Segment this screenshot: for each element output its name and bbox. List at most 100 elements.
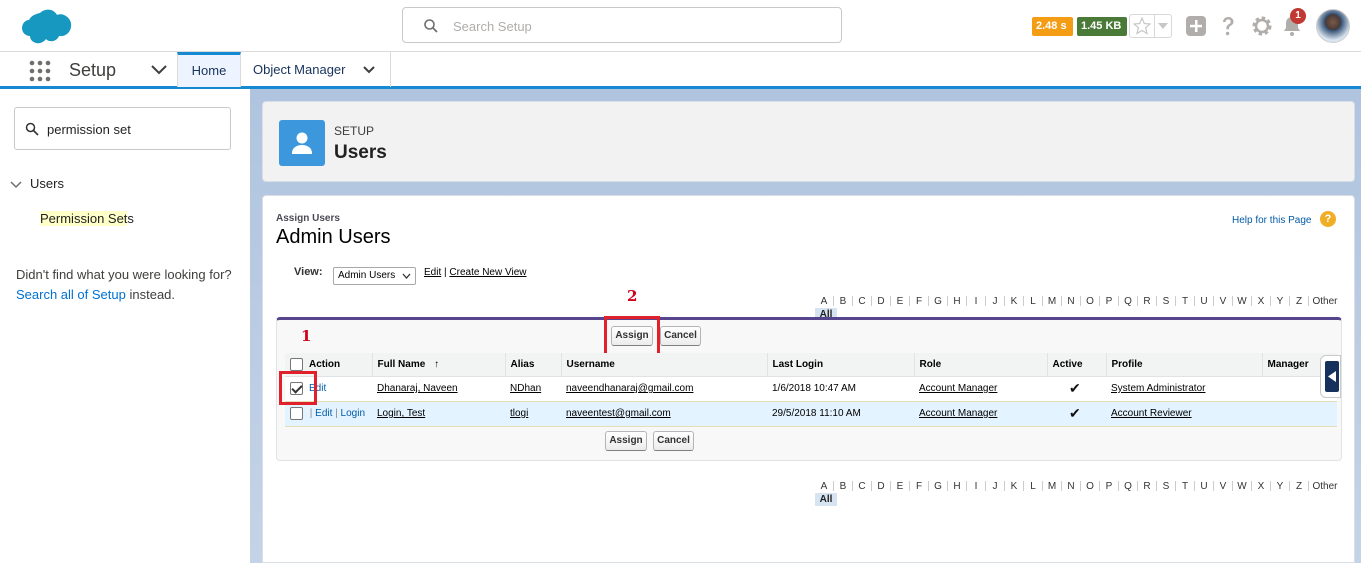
alpha-bottom-letter-d[interactable]: D	[872, 480, 890, 493]
column-last-login[interactable]: Last Login	[766, 353, 914, 377]
alpha-bottom-letter-l[interactable]: L	[1024, 480, 1042, 493]
create-new-view-link[interactable]: Create New View	[449, 267, 526, 278]
profile-link[interactable]: System Administrator	[1111, 383, 1205, 394]
alpha-bottom-letter-c[interactable]: C	[853, 480, 871, 493]
column-profile[interactable]: Profile	[1105, 353, 1262, 377]
quick-find-input[interactable]	[47, 119, 222, 139]
alpha-top-letter-g[interactable]: G	[929, 295, 947, 308]
alpha-top-letter-l[interactable]: L	[1024, 295, 1042, 308]
column-active[interactable]: Active	[1046, 353, 1106, 377]
row-checkbox[interactable]	[290, 407, 303, 420]
chevron-down-icon[interactable]	[362, 64, 376, 76]
full-name-link[interactable]: Dhanaraj, Naveen	[377, 383, 458, 394]
alpha-top-letter-w[interactable]: W	[1233, 295, 1251, 308]
column-role[interactable]: Role	[913, 353, 1047, 377]
alpha-bottom-letter-i[interactable]: I	[967, 480, 985, 493]
alpha-bottom-letter-o[interactable]: O	[1081, 480, 1099, 493]
alpha-bottom-letter-h[interactable]: H	[948, 480, 966, 493]
alpha-top-letter-s[interactable]: S	[1157, 295, 1175, 308]
chevron-down-icon[interactable]	[10, 180, 22, 190]
alpha-top-other[interactable]: Other	[1309, 295, 1341, 308]
cancel-button-bottom[interactable]: Cancel	[653, 431, 694, 451]
alpha-bottom-letter-v[interactable]: V	[1214, 480, 1232, 493]
column-alias[interactable]: Alias	[504, 353, 561, 377]
alpha-top-letter-m[interactable]: M	[1043, 295, 1061, 308]
alpha-top-letter-e[interactable]: E	[891, 295, 909, 308]
help-icon[interactable]	[1216, 14, 1240, 38]
alpha-bottom-letter-e[interactable]: E	[891, 480, 909, 493]
column-username[interactable]: Username	[560, 353, 767, 377]
avatar[interactable]	[1316, 9, 1350, 43]
alpha-bottom-letter-a[interactable]: A	[815, 480, 833, 493]
role-link[interactable]: Account Manager	[919, 383, 997, 394]
alpha-top-letter-t[interactable]: T	[1176, 295, 1194, 308]
role-link[interactable]: Account Manager	[919, 408, 997, 419]
app-launcher-icon[interactable]	[28, 59, 52, 83]
alpha-bottom-letter-s[interactable]: S	[1157, 480, 1175, 493]
alpha-bottom-letter-z[interactable]: Z	[1290, 480, 1308, 493]
alpha-top-letter-a[interactable]: A	[815, 295, 833, 308]
alpha-bottom-letter-n[interactable]: N	[1062, 480, 1080, 493]
favorites-button[interactable]	[1129, 14, 1172, 38]
search-all-setup-link[interactable]: Search all of Setup	[16, 287, 126, 302]
alpha-bottom-letter-x[interactable]: X	[1252, 480, 1270, 493]
alpha-bottom-letter-j[interactable]: J	[986, 480, 1004, 493]
view-select[interactable]: Admin Users	[333, 267, 416, 285]
alpha-bottom-letter-u[interactable]: U	[1195, 480, 1213, 493]
alpha-top-letter-h[interactable]: H	[948, 295, 966, 308]
help-icon[interactable]: ?	[1320, 211, 1336, 227]
alpha-bottom-letter-m[interactable]: M	[1043, 480, 1061, 493]
alpha-bottom-letter-g[interactable]: G	[929, 480, 947, 493]
alpha-top-letter-z[interactable]: Z	[1290, 295, 1308, 308]
alpha-top-letter-v[interactable]: V	[1214, 295, 1232, 308]
alpha-bottom-letter-b[interactable]: B	[834, 480, 852, 493]
alpha-top-letter-p[interactable]: P	[1100, 295, 1118, 308]
alpha-bottom-letter-k[interactable]: K	[1005, 480, 1023, 493]
alpha-bottom-all[interactable]: All	[815, 493, 837, 506]
alpha-top-letter-n[interactable]: N	[1062, 295, 1080, 308]
alpha-top-letter-u[interactable]: U	[1195, 295, 1213, 308]
search-input[interactable]	[453, 16, 823, 36]
alpha-top-letter-y[interactable]: Y	[1271, 295, 1289, 308]
quick-find[interactable]	[14, 107, 231, 150]
tree-node-permission-sets[interactable]: Permission Sets	[40, 211, 134, 226]
username-link[interactable]: naveendhanaraj@gmail.com	[566, 383, 693, 394]
side-panel-toggle[interactable]	[1320, 355, 1341, 398]
column-full-name[interactable]: Full Name ↑	[371, 353, 505, 377]
edit-view-link[interactable]: Edit	[424, 267, 441, 278]
add-icon[interactable]	[1184, 14, 1208, 38]
alpha-top-letter-c[interactable]: C	[853, 295, 871, 308]
alpha-top-letter-d[interactable]: D	[872, 295, 890, 308]
alpha-top-letter-i[interactable]: I	[967, 295, 985, 308]
full-name-link[interactable]: Login, Test	[377, 408, 425, 419]
alias-link[interactable]: NDhan	[510, 383, 541, 394]
alpha-bottom-other[interactable]: Other	[1309, 480, 1341, 493]
alpha-top-letter-j[interactable]: J	[986, 295, 1004, 308]
assign-button-bottom[interactable]: Assign	[605, 431, 647, 451]
chevron-down-icon[interactable]	[150, 63, 168, 77]
tab-object-manager[interactable]: Object Manager	[241, 52, 391, 87]
chevron-down-icon[interactable]	[1158, 23, 1168, 30]
help-for-page-link[interactable]: Help for this Page	[1232, 215, 1312, 226]
alpha-bottom-letter-f[interactable]: F	[910, 480, 928, 493]
alpha-bottom-letter-t[interactable]: T	[1176, 480, 1194, 493]
salesforce-logo[interactable]	[16, 7, 74, 47]
alpha-top-letter-o[interactable]: O	[1081, 295, 1099, 308]
alpha-bottom-letter-p[interactable]: P	[1100, 480, 1118, 493]
gear-icon[interactable]	[1250, 14, 1274, 38]
alpha-bottom-letter-y[interactable]: Y	[1271, 480, 1289, 493]
username-link[interactable]: naveentest@gmail.com	[566, 408, 671, 419]
alpha-bottom-letter-q[interactable]: Q	[1119, 480, 1137, 493]
alpha-top-letter-x[interactable]: X	[1252, 295, 1270, 308]
edit-link[interactable]: Edit	[315, 408, 332, 419]
login-link[interactable]: Login	[341, 408, 365, 419]
alpha-bottom-letter-r[interactable]: R	[1138, 480, 1156, 493]
tab-home[interactable]: Home	[177, 52, 241, 87]
alpha-top-letter-b[interactable]: B	[834, 295, 852, 308]
alias-link[interactable]: tlogi	[510, 408, 528, 419]
alpha-top-letter-f[interactable]: F	[910, 295, 928, 308]
alpha-bottom-letter-w[interactable]: W	[1233, 480, 1251, 493]
select-all-checkbox[interactable]	[290, 357, 303, 371]
profile-link[interactable]: Account Reviewer	[1111, 408, 1192, 419]
alpha-top-letter-r[interactable]: R	[1138, 295, 1156, 308]
